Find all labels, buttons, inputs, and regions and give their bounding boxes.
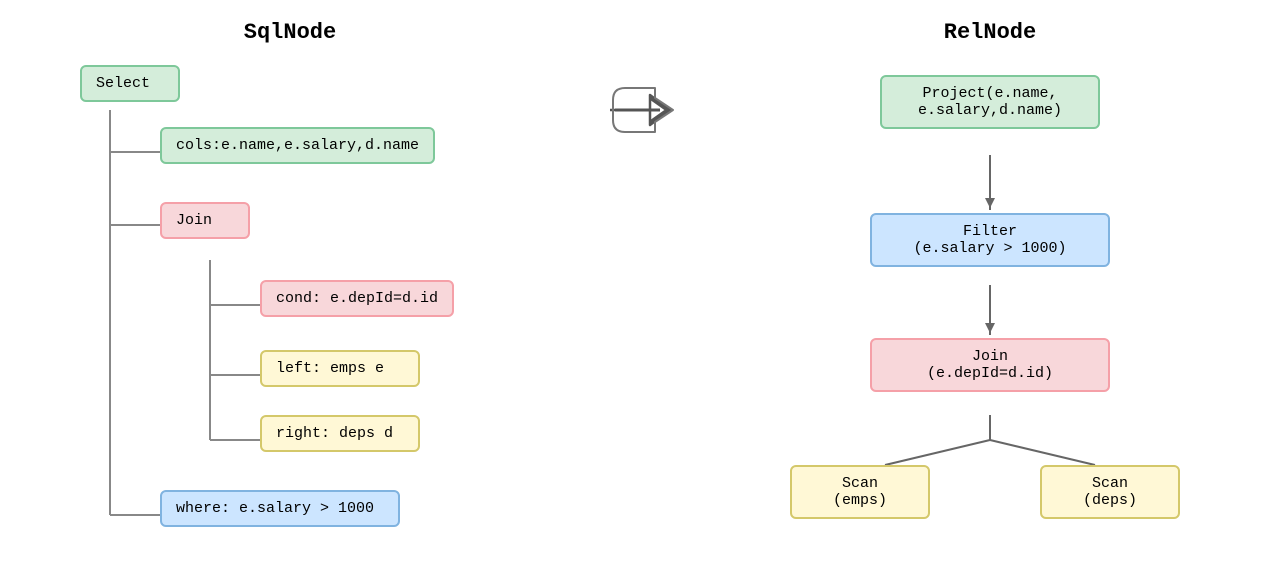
- sql-where-node: where: e.salary > 1000: [160, 490, 400, 527]
- arrow-svg: [605, 80, 675, 140]
- sql-select-node: Select: [80, 65, 180, 102]
- sql-cond-node: cond: e.depId=d.id: [260, 280, 454, 317]
- sql-right-node: right: deps d: [260, 415, 420, 452]
- rel-title: RelNode: [780, 20, 1200, 45]
- transform-arrow: [600, 80, 680, 140]
- rel-project-node: Project(e.name, e.salary,d.name): [880, 75, 1100, 129]
- sql-node-panel: SqlNode: [80, 20, 500, 585]
- sql-join-node: Join: [160, 202, 250, 239]
- sql-tree: Select cols:e.name,e.salary,d.name Join …: [80, 65, 480, 585]
- sql-left-node: left: emps e: [260, 350, 420, 387]
- rel-tree: Project(e.name, e.salary,d.name) Filter …: [780, 65, 1200, 585]
- sql-cols-node: cols:e.name,e.salary,d.name: [160, 127, 435, 164]
- rel-scan-emps-node: Scan (emps): [790, 465, 930, 519]
- rel-join-node: Join (e.depId=d.id): [870, 338, 1110, 392]
- rel-node-panel: RelNode Project(e.name, e.salary,d.name): [780, 20, 1200, 585]
- rel-filter-node: Filter (e.salary > 1000): [870, 213, 1110, 267]
- sql-title: SqlNode: [80, 20, 500, 45]
- rel-scan-deps-node: Scan (deps): [1040, 465, 1180, 519]
